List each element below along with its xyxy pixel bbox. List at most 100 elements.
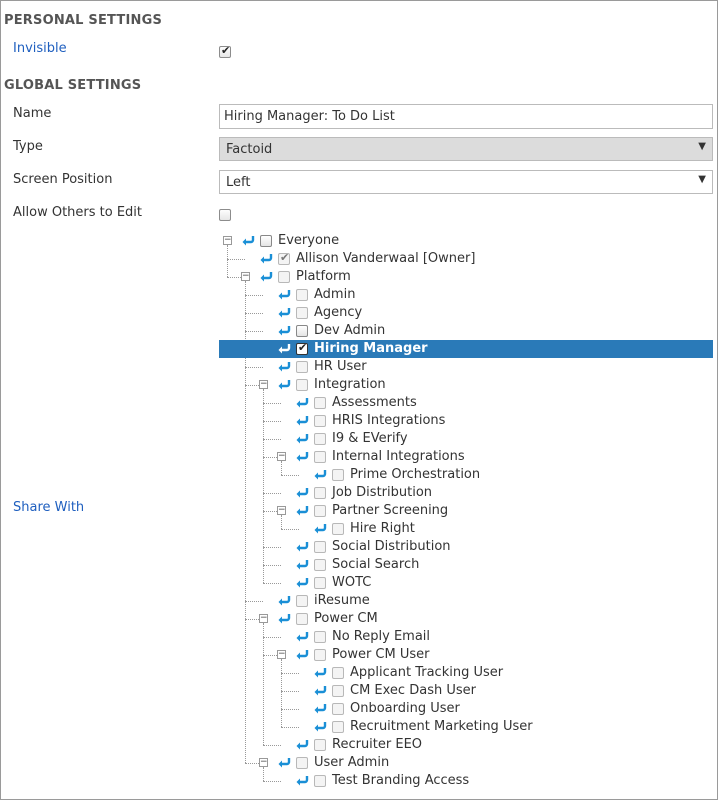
tree-node[interactable]: − Everyone xyxy=(219,232,713,250)
tree-node-checkbox[interactable] xyxy=(296,307,308,319)
collapse-icon[interactable]: − xyxy=(277,452,286,461)
tree-node-checkbox[interactable] xyxy=(314,397,326,409)
tree-node[interactable]: − Power CM xyxy=(219,610,713,628)
tree-node[interactable]: − Power CM User xyxy=(219,646,713,664)
tree-node[interactable]: WOTC xyxy=(219,574,713,592)
inherit-share-icon[interactable] xyxy=(295,738,309,750)
tree-node[interactable]: No Reply Email xyxy=(219,628,713,646)
tree-node[interactable]: CM Exec Dash User xyxy=(219,682,713,700)
inherit-share-icon[interactable] xyxy=(277,756,291,768)
collapse-icon[interactable]: − xyxy=(259,380,268,389)
tree-node-checkbox[interactable] xyxy=(278,271,290,283)
collapse-icon[interactable]: − xyxy=(277,506,286,515)
inherit-share-icon[interactable] xyxy=(277,612,291,624)
inherit-share-icon[interactable] xyxy=(295,630,309,642)
tree-node-checkbox[interactable] xyxy=(314,487,326,499)
inherit-share-icon[interactable] xyxy=(295,558,309,570)
tree-node-checkbox[interactable] xyxy=(278,251,290,265)
inherit-share-icon[interactable] xyxy=(277,324,291,336)
tree-node-checkbox[interactable] xyxy=(314,541,326,553)
collapse-icon[interactable]: − xyxy=(277,650,286,659)
tree-node-checkbox[interactable] xyxy=(296,361,308,373)
inherit-share-icon[interactable] xyxy=(295,504,309,516)
tree-node-checkbox[interactable] xyxy=(314,775,326,787)
inherit-share-icon[interactable] xyxy=(277,288,291,300)
inherit-share-icon[interactable] xyxy=(295,414,309,426)
tree-node[interactable]: Social Search xyxy=(219,556,713,574)
tree-node-checkbox[interactable] xyxy=(332,685,344,697)
inherit-share-icon[interactable] xyxy=(259,270,273,282)
tree-node-checkbox[interactable] xyxy=(332,667,344,679)
inherit-share-icon[interactable] xyxy=(295,450,309,462)
collapse-icon[interactable]: − xyxy=(259,614,268,623)
tree-node-checkbox[interactable] xyxy=(296,289,308,301)
tree-node[interactable]: Hire Right xyxy=(219,520,713,538)
inherit-share-icon[interactable] xyxy=(295,486,309,498)
tree-node[interactable]: Admin xyxy=(219,286,713,304)
inherit-share-icon[interactable] xyxy=(259,252,273,264)
tree-node-checkbox[interactable] xyxy=(314,631,326,643)
tree-node[interactable]: Prime Orchestration xyxy=(219,466,713,484)
name-input[interactable] xyxy=(219,104,713,129)
tree-node[interactable]: I9 & EVerify xyxy=(219,430,713,448)
invisible-checkbox[interactable] xyxy=(219,44,231,58)
tree-node-checkbox[interactable] xyxy=(296,757,308,769)
tree-node-checkbox[interactable] xyxy=(314,433,326,445)
tree-node-checkbox[interactable] xyxy=(332,469,344,481)
tree-node-checkbox[interactable] xyxy=(314,415,326,427)
tree-node[interactable]: Recruitment Marketing User xyxy=(219,718,713,736)
screen-position-select[interactable]: Left ▼ xyxy=(219,170,713,194)
tree-node[interactable]: Onboarding User xyxy=(219,700,713,718)
tree-node-checkbox[interactable] xyxy=(314,505,326,517)
inherit-share-icon[interactable] xyxy=(313,522,327,534)
tree-node[interactable]: Hiring Manager xyxy=(219,340,713,358)
inherit-share-icon[interactable] xyxy=(313,684,327,696)
tree-node[interactable]: − User Admin xyxy=(219,754,713,772)
tree-node[interactable]: Applicant Tracking User xyxy=(219,664,713,682)
tree-node-checkbox[interactable] xyxy=(332,721,344,733)
inherit-share-icon[interactable] xyxy=(277,594,291,606)
inherit-share-icon[interactable] xyxy=(277,360,291,372)
inherit-share-icon[interactable] xyxy=(295,540,309,552)
tree-node-checkbox[interactable] xyxy=(296,595,308,607)
tree-node-checkbox[interactable] xyxy=(260,235,272,247)
tree-node[interactable]: Agency xyxy=(219,304,713,322)
allow-edit-checkbox[interactable] xyxy=(219,209,231,221)
tree-node[interactable]: Allison Vanderwaal [Owner] xyxy=(219,250,713,268)
tree-node-checkbox[interactable] xyxy=(314,559,326,571)
tree-node-checkbox[interactable] xyxy=(332,523,344,535)
tree-node-checkbox[interactable] xyxy=(296,613,308,625)
tree-node-checkbox[interactable] xyxy=(332,703,344,715)
tree-node[interactable]: Test Branding Access xyxy=(219,772,713,790)
tree-node[interactable]: HRIS Integrations xyxy=(219,412,713,430)
inherit-share-icon[interactable] xyxy=(295,774,309,786)
tree-node-checkbox[interactable] xyxy=(314,451,326,463)
collapse-icon[interactable]: − xyxy=(241,272,250,281)
inherit-share-icon[interactable] xyxy=(313,468,327,480)
inherit-share-icon[interactable] xyxy=(313,666,327,678)
inherit-share-icon[interactable] xyxy=(277,342,291,354)
tree-node-checkbox[interactable] xyxy=(296,325,308,337)
tree-node[interactable]: Dev Admin xyxy=(219,322,713,340)
tree-node[interactable]: − Platform xyxy=(219,268,713,286)
tree-node[interactable]: − Integration xyxy=(219,376,713,394)
tree-node-checkbox[interactable] xyxy=(314,577,326,589)
tree-node[interactable]: HR User xyxy=(219,358,713,376)
inherit-share-icon[interactable] xyxy=(241,234,255,246)
tree-node[interactable]: Recruiter EEO xyxy=(219,736,713,754)
inherit-share-icon[interactable] xyxy=(295,648,309,660)
inherit-share-icon[interactable] xyxy=(277,378,291,390)
tree-node[interactable]: − Partner Screening xyxy=(219,502,713,520)
tree-node[interactable]: Assessments xyxy=(219,394,713,412)
inherit-share-icon[interactable] xyxy=(277,306,291,318)
tree-node[interactable]: Job Distribution xyxy=(219,484,713,502)
inherit-share-icon[interactable] xyxy=(295,396,309,408)
tree-node[interactable]: − Internal Integrations xyxy=(219,448,713,466)
collapse-icon[interactable]: − xyxy=(259,758,268,767)
collapse-icon[interactable]: − xyxy=(223,236,232,245)
tree-node-checkbox[interactable] xyxy=(296,341,308,355)
tree-node-checkbox[interactable] xyxy=(296,379,308,391)
tree-node-checkbox[interactable] xyxy=(314,649,326,661)
tree-node[interactable]: iResume xyxy=(219,592,713,610)
inherit-share-icon[interactable] xyxy=(313,720,327,732)
